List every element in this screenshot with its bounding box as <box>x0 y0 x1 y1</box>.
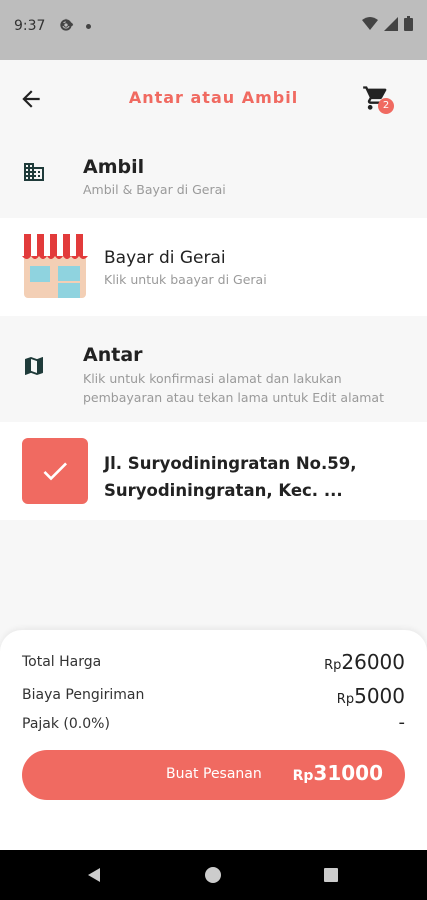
battery-icon <box>404 16 413 31</box>
tax-value: - <box>398 712 406 733</box>
tax-label: Pajak (0.0%) <box>22 716 110 732</box>
settings-icon <box>60 18 74 31</box>
order-total: Rp31000 <box>293 761 383 785</box>
status-bar: 9:37 <box>0 0 427 60</box>
signal-icon <box>384 16 398 31</box>
delivery-section-subtitle-line2: pembayaran atau tekan lama untuk Edit al… <box>83 390 384 405</box>
total-price-value: Rp26000 <box>324 650 405 674</box>
currency-label: Rp <box>336 692 355 707</box>
delivery-section: Antar Klik untuk konfirmasi alamat dan l… <box>0 316 427 422</box>
notification-dot-icon <box>86 24 91 29</box>
nav-recents-icon[interactable] <box>324 868 338 882</box>
shipping-fee-amount: 5000 <box>354 684 405 708</box>
cart-count-badge: 2 <box>378 98 394 114</box>
delivery-address-option[interactable]: Jl. Suryodiningratan No.59, Suryodiningr… <box>0 422 427 520</box>
currency-label: Rp <box>292 768 314 784</box>
checkmark-icon <box>43 462 67 481</box>
building-icon <box>24 163 44 181</box>
selected-checkbox[interactable] <box>22 438 88 504</box>
cart-button[interactable]: 2 <box>362 84 396 116</box>
store-icon <box>22 234 88 298</box>
pay-at-store-option[interactable]: Bayar di Gerai Klik untuk baayar di Gera… <box>0 218 427 316</box>
address-line-1: Jl. Suryodiningratan No.59, <box>104 454 357 473</box>
shipping-fee-label: Biaya Pengiriman <box>22 687 145 703</box>
nav-home-icon[interactable] <box>205 867 221 883</box>
pickup-section-title: Ambil <box>83 156 145 178</box>
system-navigation-bar <box>0 850 427 900</box>
pickup-section: Ambil Ambil & Bayar di Gerai <box>0 140 427 218</box>
map-icon <box>25 357 43 375</box>
pickup-section-subtitle: Ambil & Bayar di Gerai <box>83 182 226 197</box>
place-order-button[interactable]: Buat Pesanan Rp31000 <box>22 750 405 800</box>
place-order-label: Buat Pesanan <box>166 766 262 782</box>
shipping-fee-value: Rp5000 <box>337 684 405 708</box>
total-price-amount: 26000 <box>341 650 405 674</box>
currency-label: Rp <box>324 658 342 673</box>
nav-back-icon[interactable] <box>86 867 102 883</box>
order-summary-panel: Total Harga Rp26000 Biaya Pengiriman Rp5… <box>0 630 427 850</box>
total-price-label: Total Harga <box>22 654 102 670</box>
status-indicators <box>362 16 413 31</box>
order-total-amount: 31000 <box>313 761 383 785</box>
app-header: Antar atau Ambil 2 <box>0 60 427 140</box>
delivery-address: Jl. Suryodiningratan No.59, Suryodiningr… <box>104 450 404 504</box>
delivery-section-title: Antar <box>83 344 143 366</box>
pay-at-store-title: Bayar di Gerai <box>104 248 226 268</box>
pay-at-store-subtitle: Klik untuk baayar di Gerai <box>104 272 267 287</box>
wifi-icon <box>362 16 378 30</box>
status-time: 9:37 <box>14 18 46 34</box>
delivery-section-subtitle-line1: Klik untuk konfirmasi alamat dan lakukan <box>83 371 342 386</box>
address-line-2: Suryodiningratan, Kec. ... <box>104 481 343 500</box>
